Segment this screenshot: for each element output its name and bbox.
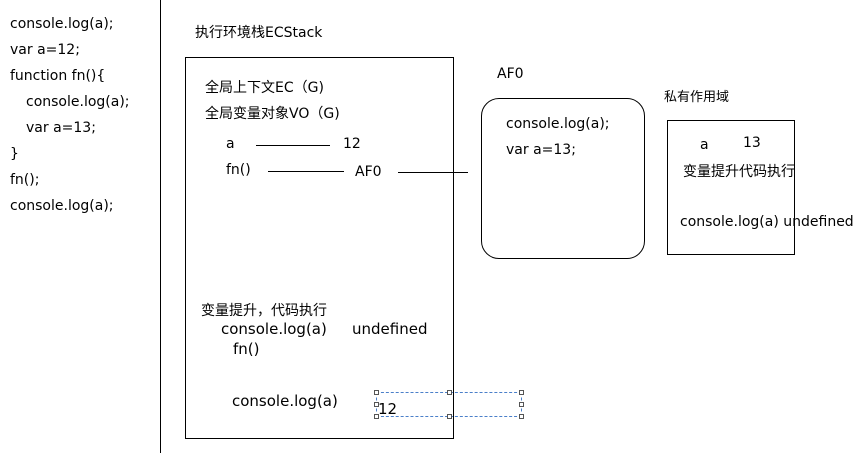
private-var-a-value: 13: [743, 135, 761, 151]
ecstack-title: 执行环境栈ECStack: [195, 25, 323, 41]
code-line: }: [10, 146, 19, 162]
global-var-a-value: 12: [343, 136, 361, 152]
heap-line: console.log(a);: [506, 116, 610, 132]
fn-heap-pointer: [398, 172, 468, 173]
global-fn-name: fn(): [226, 162, 251, 178]
resize-handle[interactable]: [374, 390, 379, 395]
resize-handle[interactable]: [519, 390, 524, 395]
global-var-a: a: [226, 136, 235, 152]
global-hoist-label: 变量提升，代码执行: [201, 303, 327, 319]
resize-handle[interactable]: [519, 414, 524, 419]
heap-title: AF0: [497, 66, 524, 82]
global-call-fn: fn(): [233, 340, 260, 358]
private-hoist-label: 变量提升代码执行: [683, 164, 795, 180]
code-line: fn();: [10, 172, 40, 188]
code-line: function fn(){: [10, 68, 106, 84]
global-fn-ref: AF0: [355, 164, 382, 180]
global-vo-label: 全局变量对象VO（G): [205, 106, 340, 122]
resize-handle[interactable]: [447, 390, 452, 395]
heap-line: var a=13;: [506, 142, 576, 158]
code-line: console.log(a);: [10, 16, 114, 32]
code-line: var a=12;: [10, 42, 80, 58]
private-log-call: console.log(a): [680, 214, 779, 230]
code-line: var a=13;: [26, 120, 96, 136]
resize-handle[interactable]: [519, 402, 524, 407]
fn-connector: [268, 171, 344, 172]
global-log1-result: undefined: [352, 320, 428, 338]
code-line: console.log(a);: [26, 94, 130, 110]
global-log1: console.log(a): [221, 320, 327, 338]
resize-handle[interactable]: [447, 414, 452, 419]
private-scope-box: [667, 120, 795, 255]
global-log2: console.log(a): [232, 392, 338, 410]
private-var-a: a: [700, 137, 709, 153]
private-log: console.log(a) undefined: [680, 214, 854, 230]
global-log2-result[interactable]: 12: [378, 400, 397, 418]
code-line: console.log(a);: [10, 198, 114, 214]
var-a-connector: [256, 145, 330, 146]
global-ec-label: 全局上下文EC（G): [205, 80, 324, 96]
resize-handle[interactable]: [374, 402, 379, 407]
private-log-result: undefined: [783, 214, 854, 230]
private-scope-title: 私有作用域: [664, 90, 730, 105]
vertical-divider: [160, 0, 161, 453]
resize-handle[interactable]: [374, 414, 379, 419]
